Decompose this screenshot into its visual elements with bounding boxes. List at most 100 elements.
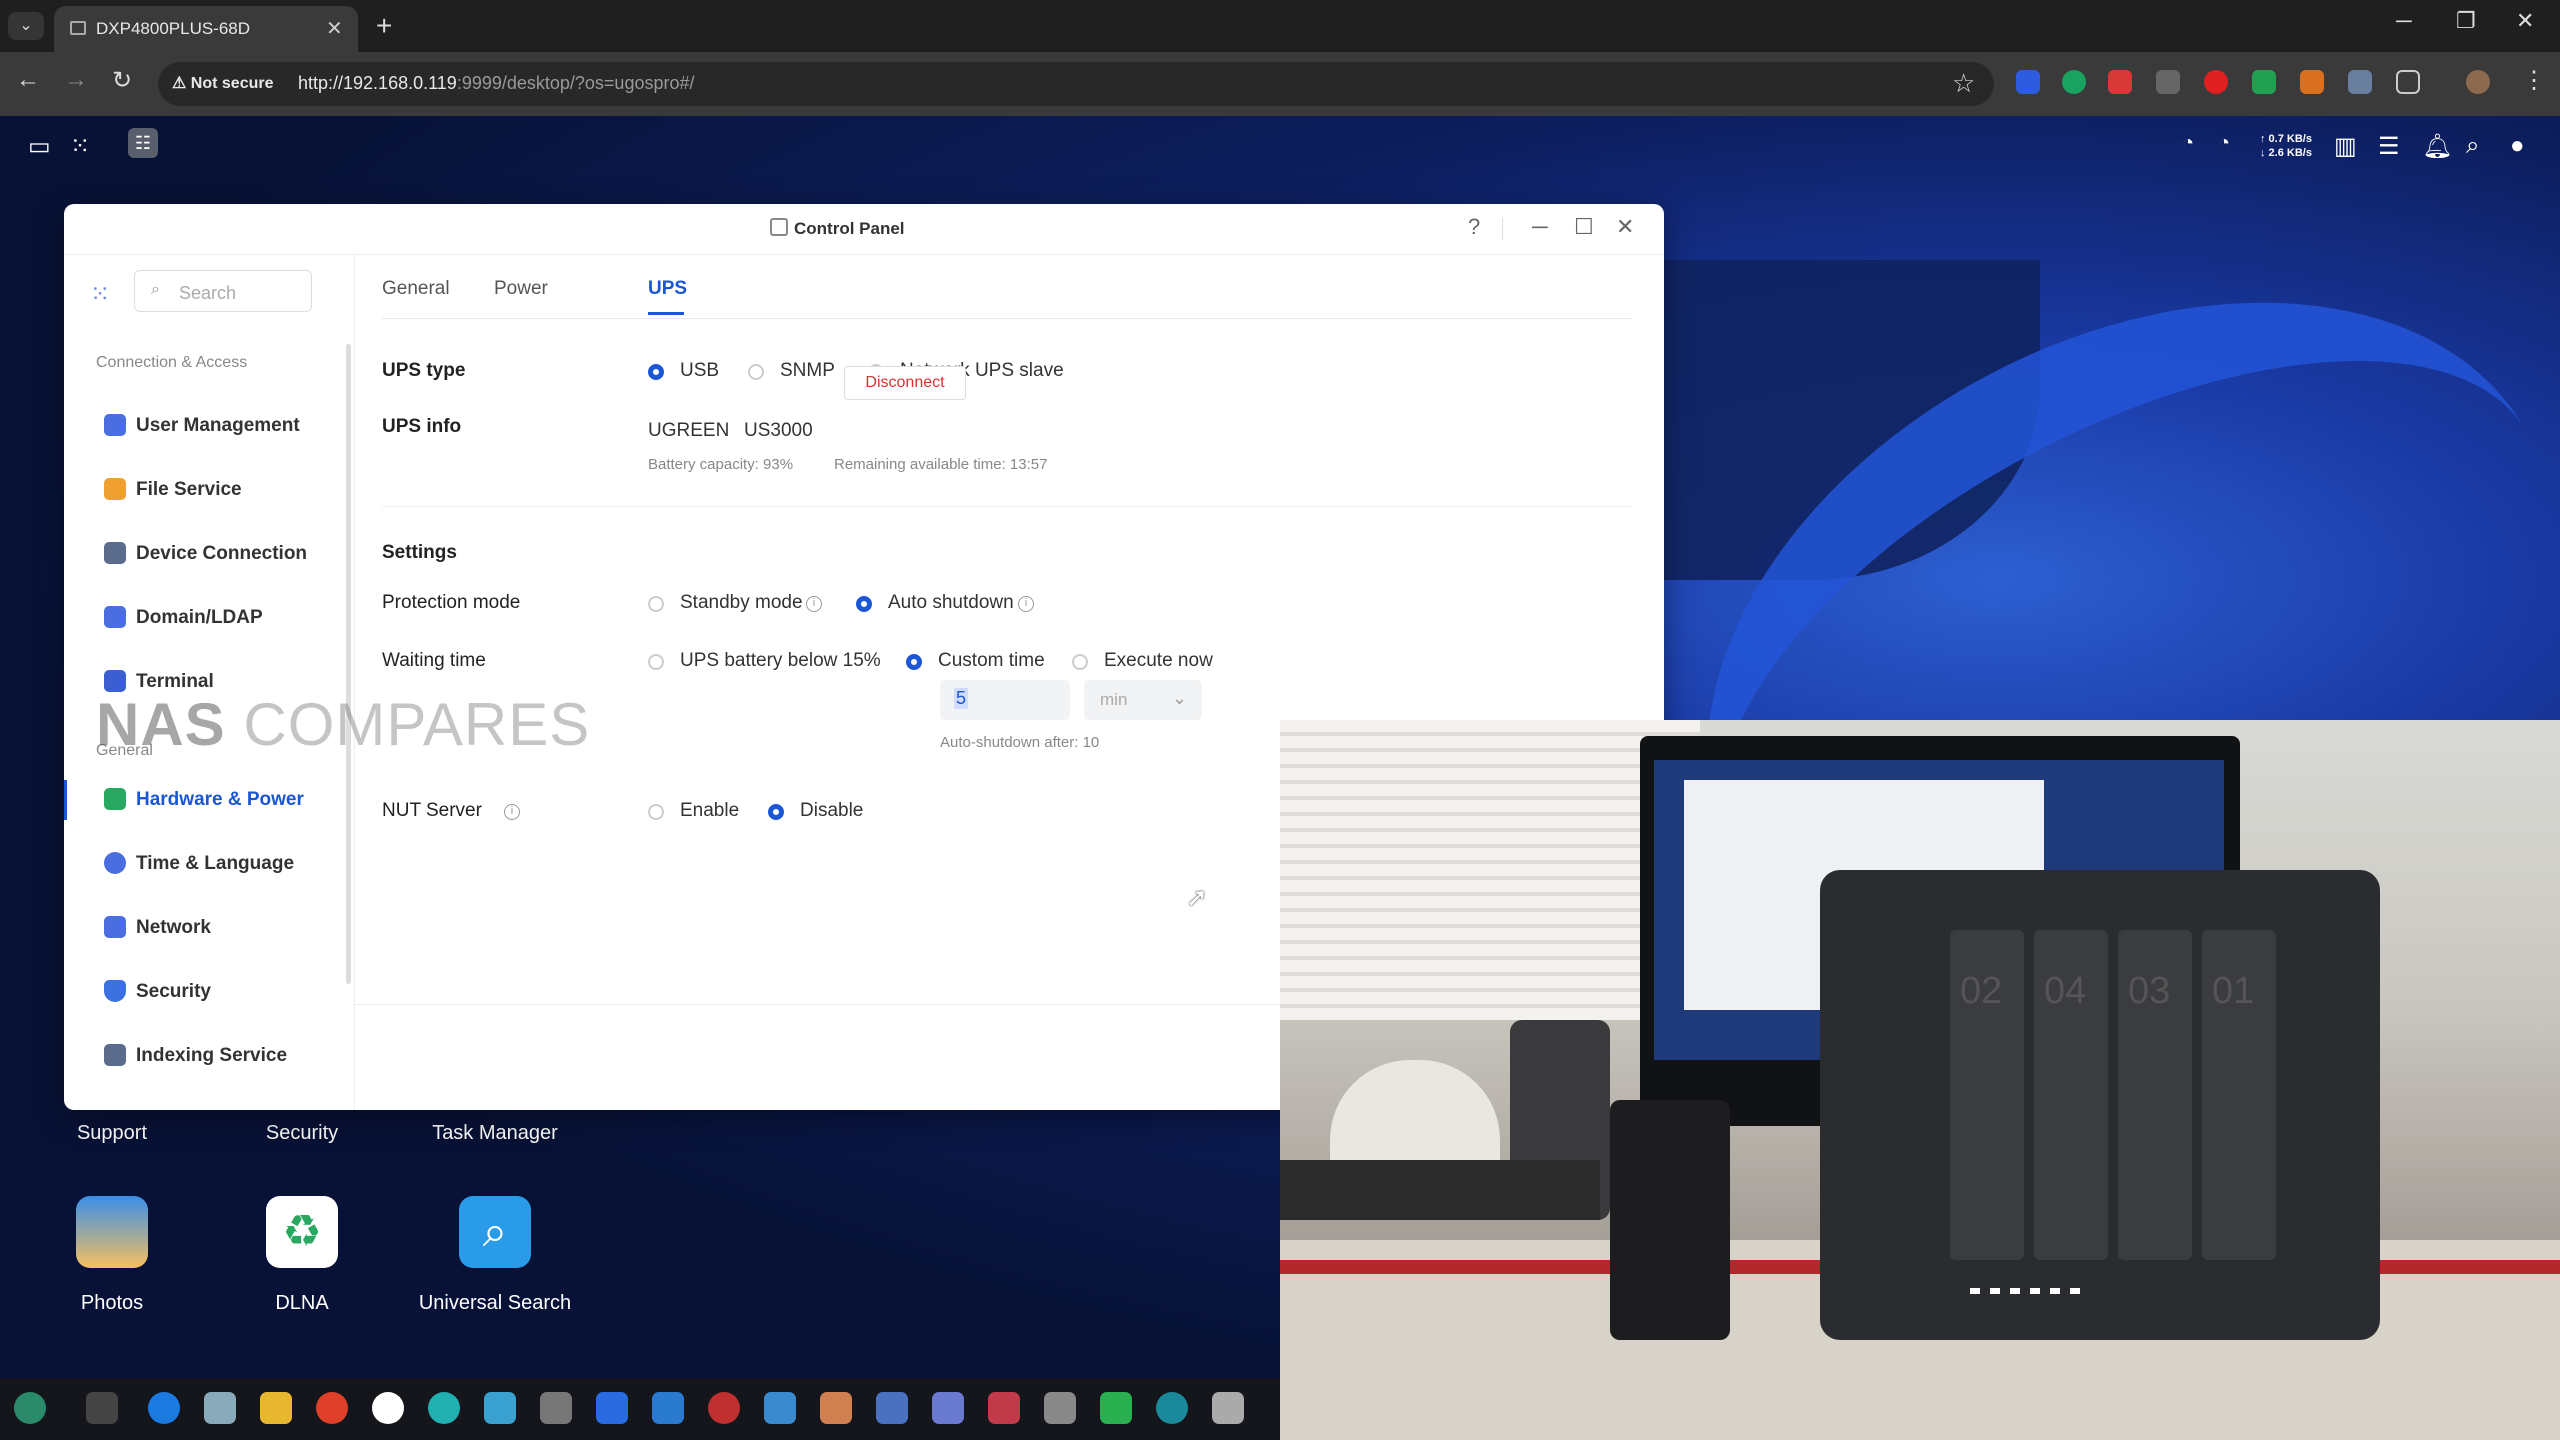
app-icon[interactable] xyxy=(1100,1392,1132,1424)
sidebar-item-user-management[interactable]: User Management xyxy=(96,406,336,446)
desktop-label-support[interactable]: Support xyxy=(22,1122,202,1145)
nut-disable-label[interactable]: Disable xyxy=(800,800,863,822)
chrome-icon[interactable] xyxy=(316,1392,348,1424)
control-panel-taskbar-icon[interactable]: ☷ xyxy=(128,128,158,158)
tab-general[interactable]: General xyxy=(382,278,450,300)
auto-shutdown-label[interactable]: Auto shutdown xyxy=(888,592,1014,614)
auto-shutdown-radio[interactable] xyxy=(856,596,872,612)
app-grid-icon[interactable]: ⁙ xyxy=(70,132,90,161)
app-icon[interactable] xyxy=(988,1392,1020,1424)
sidebar-item-device-connection[interactable]: Device Connection xyxy=(96,534,336,574)
back-button[interactable]: ← xyxy=(16,66,40,94)
standby-info-icon[interactable]: i xyxy=(806,596,822,612)
camera-icon[interactable] xyxy=(1212,1392,1244,1424)
notepad-icon[interactable] xyxy=(204,1392,236,1424)
widgets-icon[interactable]: ▥ xyxy=(2334,132,2357,161)
browser-menu-icon[interactable]: ⋮ xyxy=(2522,66,2546,95)
custom-time-radio[interactable] xyxy=(906,654,922,670)
extensions-puzzle-icon[interactable] xyxy=(2396,70,2420,94)
desktop-label-security[interactable]: Security xyxy=(212,1122,392,1145)
app-icon[interactable] xyxy=(1156,1392,1188,1424)
auto-shutdown-info-icon[interactable]: i xyxy=(1018,596,1034,612)
app-icon[interactable] xyxy=(876,1392,908,1424)
not-secure-badge[interactable]: ⚠ Not secure xyxy=(172,73,274,93)
search-icon[interactable]: ⌕ xyxy=(2466,132,2479,160)
extension-icon[interactable] xyxy=(2252,70,2276,94)
nut-enable-radio[interactable] xyxy=(648,804,664,820)
custom-time-input[interactable]: 5 xyxy=(940,680,1070,720)
window-restore-button[interactable]: ❐ xyxy=(2456,8,2476,34)
new-tab-button[interactable]: + xyxy=(376,10,392,42)
adblock-extension-icon[interactable] xyxy=(2108,70,2132,94)
sidebar-item-network[interactable]: Network xyxy=(96,908,336,948)
control-panel-titlebar[interactable]: Control Panel ? ─ ☐ ✕ xyxy=(64,204,1664,255)
recorder-icon[interactable] xyxy=(708,1392,740,1424)
execute-now-radio[interactable] xyxy=(1072,654,1088,670)
notification-bell-icon[interactable]: 🔔︎ xyxy=(2422,132,2452,161)
execute-now-label[interactable]: Execute now xyxy=(1104,650,1213,672)
task-view-icon[interactable] xyxy=(86,1392,118,1424)
sidebar-item-file-service[interactable]: File Service xyxy=(96,470,336,510)
url-text[interactable]: http://192.168.0.119:9999/desktop/?os=ug… xyxy=(298,73,695,94)
maximize-button[interactable]: ☐ xyxy=(1574,214,1594,240)
task-list-icon[interactable]: ☰ xyxy=(2378,132,2400,161)
nut-enable-label[interactable]: Enable xyxy=(680,800,739,822)
browser-tab[interactable]: DXP4800PLUS-68D ✕ xyxy=(54,6,358,52)
search-app-icon[interactable] xyxy=(428,1392,460,1424)
edge-icon[interactable] xyxy=(148,1392,180,1424)
ups-type-usb-radio[interactable] xyxy=(648,364,664,380)
app-icon[interactable] xyxy=(652,1392,684,1424)
window-close-button[interactable]: ✕ xyxy=(2516,8,2534,34)
desktop-label-task-manager[interactable]: Task Manager xyxy=(405,1122,585,1145)
tab-search-button[interactable]: ⌄ xyxy=(8,12,44,40)
reload-button[interactable]: ↻ xyxy=(112,66,132,95)
disconnect-button[interactable]: Disconnect xyxy=(844,366,966,400)
ups-type-snmp-radio[interactable] xyxy=(748,364,764,380)
sidebar-item-hardware-power[interactable]: Hardware & Power xyxy=(96,780,336,820)
calculator-icon[interactable] xyxy=(540,1392,572,1424)
standby-mode-label[interactable]: Standby mode xyxy=(680,592,803,614)
app-icon[interactable] xyxy=(764,1392,796,1424)
window-minimize-button[interactable]: ─ xyxy=(2396,8,2412,34)
show-desktop-icon[interactable]: ▭ xyxy=(28,132,51,161)
close-button[interactable]: ✕ xyxy=(1616,214,1634,240)
minimize-button[interactable]: ─ xyxy=(1532,214,1548,240)
bookmark-star-icon[interactable]: ☆ xyxy=(1952,68,1975,99)
search-input[interactable]: ⌕ Search xyxy=(134,270,312,312)
app-icon[interactable] xyxy=(820,1392,852,1424)
help-button[interactable]: ? xyxy=(1468,214,1480,240)
user-icon[interactable]: ● xyxy=(2510,132,2525,160)
extension-icon[interactable] xyxy=(2300,70,2324,94)
app-icon[interactable] xyxy=(372,1392,404,1424)
nut-server-info-icon[interactable]: i xyxy=(504,804,520,820)
extension-icon[interactable] xyxy=(2348,70,2372,94)
tab-close-icon[interactable]: ✕ xyxy=(326,16,343,41)
all-settings-grid-icon[interactable]: ⁙ xyxy=(90,280,110,309)
custom-time-label[interactable]: Custom time xyxy=(938,650,1045,672)
battery-below-label[interactable]: UPS battery below 15% xyxy=(680,650,881,672)
nut-disable-radio[interactable] xyxy=(768,804,784,820)
file-explorer-icon[interactable] xyxy=(260,1392,292,1424)
sidebar-item-time-language[interactable]: Time & Language xyxy=(96,844,336,884)
sidebar-item-domain-ldap[interactable]: Domain/LDAP xyxy=(96,598,336,638)
time-unit-select[interactable]: min ⌄ xyxy=(1084,680,1202,720)
battery-below-radio[interactable] xyxy=(648,654,664,670)
ups-type-usb-label[interactable]: USB xyxy=(680,360,719,382)
record-extension-icon[interactable] xyxy=(2204,70,2228,94)
app-icon[interactable] xyxy=(1044,1392,1076,1424)
sidebar-scrollbar[interactable] xyxy=(346,344,351,984)
word-icon[interactable] xyxy=(596,1392,628,1424)
extension-icon[interactable] xyxy=(2016,70,2040,94)
sidebar-item-indexing-service[interactable]: Indexing Service xyxy=(96,1036,336,1076)
profile-avatar[interactable] xyxy=(2466,70,2490,94)
forward-button[interactable]: → xyxy=(64,66,88,94)
app-icon[interactable] xyxy=(932,1392,964,1424)
app-icon[interactable] xyxy=(484,1392,516,1424)
sidebar-item-security[interactable]: Security xyxy=(96,972,336,1012)
start-orb-icon[interactable] xyxy=(14,1392,46,1424)
address-bar[interactable]: ⚠ Not secure http://192.168.0.119:9999/d… xyxy=(158,62,1994,106)
standby-mode-radio[interactable] xyxy=(648,596,664,612)
download-extension-icon[interactable] xyxy=(2156,70,2180,94)
grammarly-extension-icon[interactable] xyxy=(2062,70,2086,94)
ups-type-snmp-label[interactable]: SNMP xyxy=(780,360,835,382)
